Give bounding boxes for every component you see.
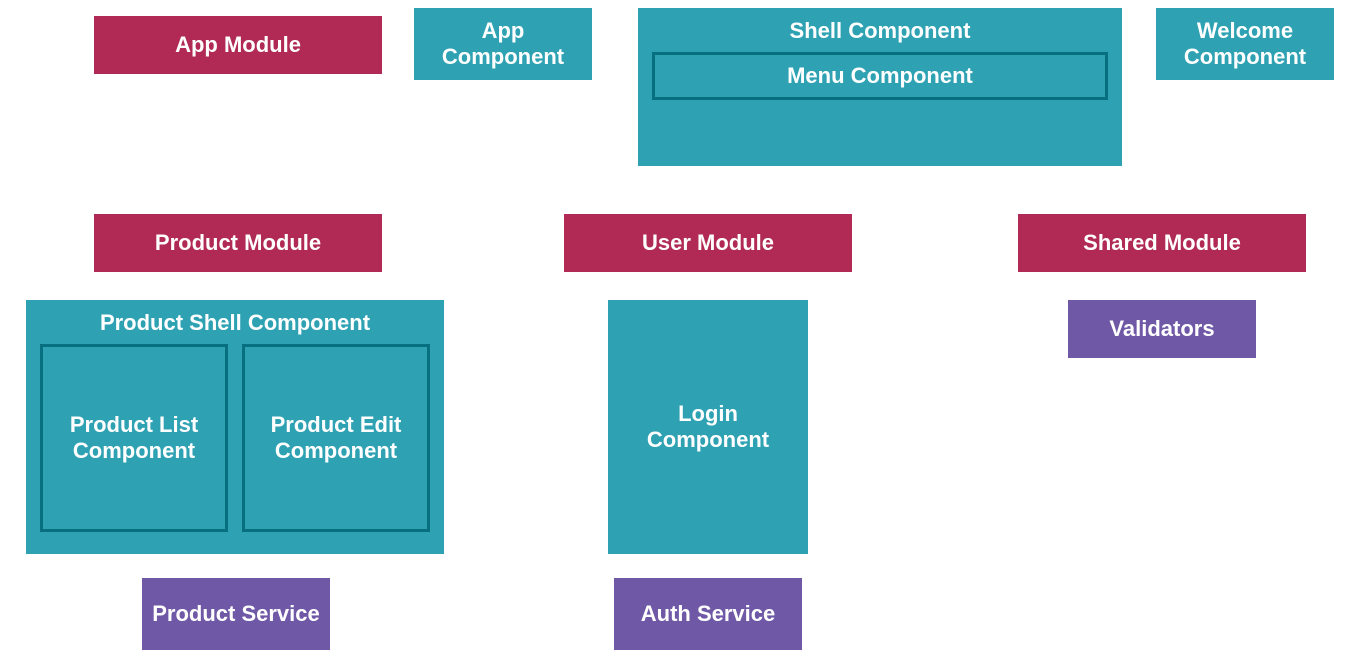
app-module-box: App Module xyxy=(94,16,382,74)
product-list-component-label: Product List Component xyxy=(49,412,219,465)
auth-service-label: Auth Service xyxy=(641,601,776,627)
validators-box: Validators xyxy=(1068,300,1256,358)
product-service-label: Product Service xyxy=(152,601,320,627)
product-edit-component-label: Product Edit Component xyxy=(251,412,421,465)
product-module-label: Product Module xyxy=(155,230,321,256)
product-edit-component-box: Product Edit Component xyxy=(242,344,430,532)
product-service-box: Product Service xyxy=(142,578,330,650)
shell-component-container: Shell Component Menu Component xyxy=(638,8,1122,166)
welcome-component-box: Welcome Component xyxy=(1156,8,1334,80)
welcome-component-label: Welcome Component xyxy=(1166,18,1324,71)
login-component-box: Login Component xyxy=(608,300,808,554)
shared-module-label: Shared Module xyxy=(1083,230,1241,256)
menu-component-box: Menu Component xyxy=(652,52,1108,100)
shell-component-title: Shell Component xyxy=(652,18,1108,44)
product-list-component-box: Product List Component xyxy=(40,344,228,532)
product-module-box: Product Module xyxy=(94,214,382,272)
auth-service-box: Auth Service xyxy=(614,578,802,650)
user-module-label: User Module xyxy=(642,230,774,256)
app-module-label: App Module xyxy=(175,32,301,58)
product-shell-title: Product Shell Component xyxy=(40,310,430,336)
menu-component-label: Menu Component xyxy=(787,63,973,89)
login-component-label: Login Component xyxy=(618,401,798,454)
shared-module-box: Shared Module xyxy=(1018,214,1306,272)
app-component-box: App Component xyxy=(414,8,592,80)
app-component-label: App Component xyxy=(424,18,582,71)
product-shell-container: Product Shell Component Product List Com… xyxy=(26,300,444,554)
user-module-box: User Module xyxy=(564,214,852,272)
validators-label: Validators xyxy=(1109,316,1214,342)
